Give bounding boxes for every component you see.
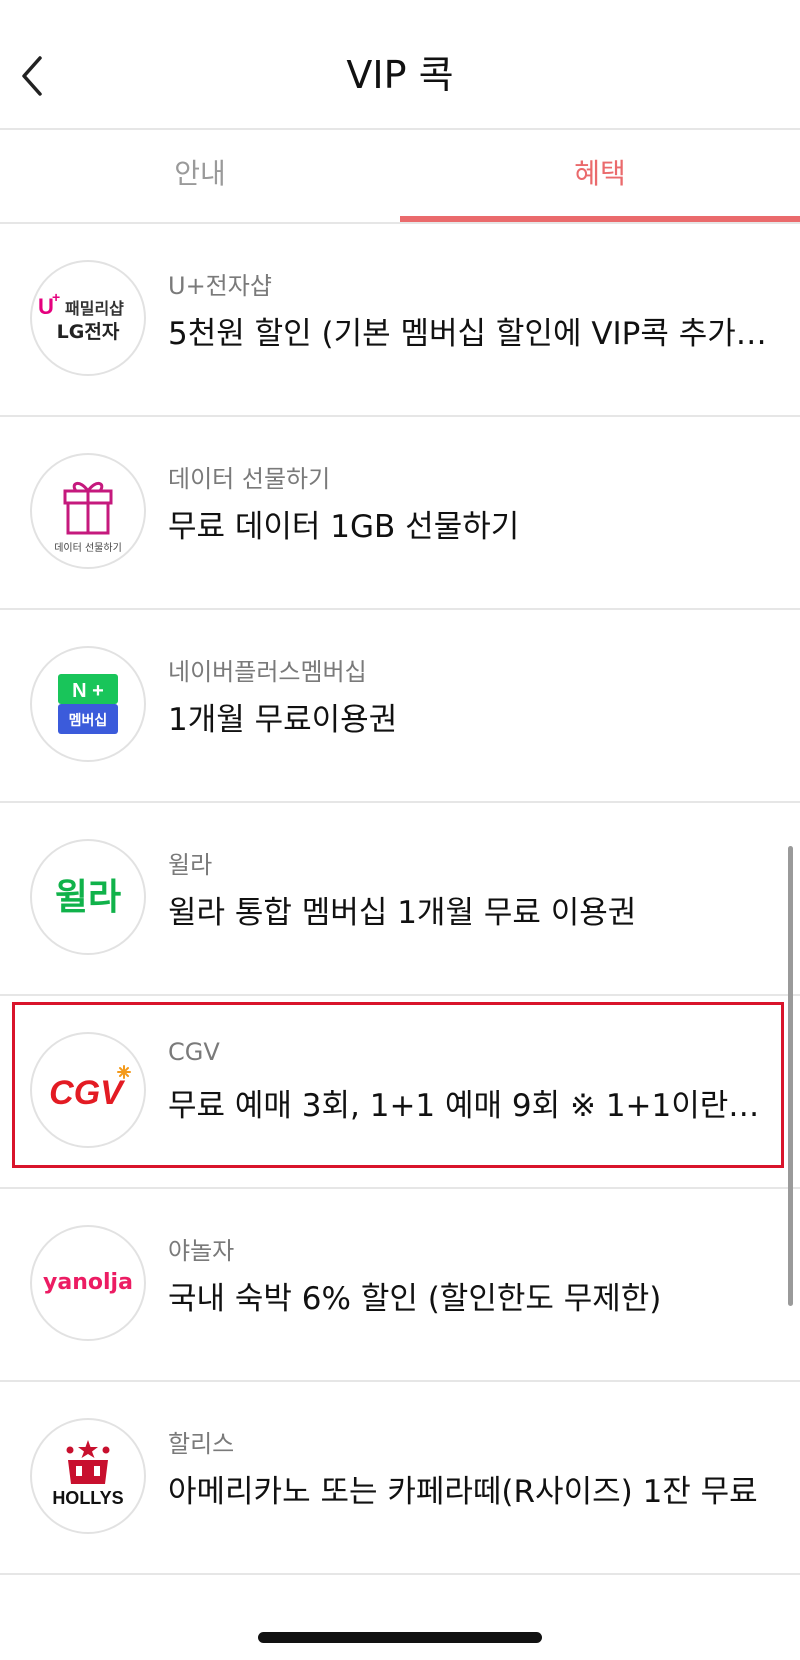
benefit-category: 윌라 [168, 851, 213, 879]
benefit-description: 5천원 할인 (기본 멤버십 할인에 VIP콕 추가 할인) [168, 316, 768, 352]
data-gift-logo: 데이터 선물하기 [30, 453, 146, 569]
uplus-logo-line2: LG전자 [57, 321, 120, 343]
naver-logo-top: N + [72, 680, 104, 702]
benefit-item-naver[interactable]: N + 멤버십 네이버플러스멤버십 1개월 무료이용권 [0, 610, 800, 803]
selected-item-highlight [12, 1002, 784, 1168]
yanolja-logo: yanolja [30, 1225, 146, 1341]
scrollbar[interactable] [788, 846, 793, 1306]
active-tab-indicator [400, 216, 800, 222]
benefit-description: 윌라 통합 멤버십 1개월 무료 이용권 [168, 895, 637, 931]
naver-plus-membership-logo: N + 멤버십 [30, 646, 146, 762]
benefit-item-uplus[interactable]: U + 패밀리샵 LG전자 U+전자샵 5천원 할인 (기본 멤버십 할인에 V… [0, 224, 800, 417]
page-title: VIP 콕 [346, 53, 454, 97]
benefit-category: U+전자샵 [168, 272, 272, 300]
hollys-logo: HOLLYS [30, 1418, 146, 1534]
uplus-family-shop-logo: U + 패밀리샵 LG전자 [30, 260, 146, 376]
welaa-logo-text: 윌라 [55, 877, 121, 918]
benefit-description: 1개월 무료이용권 [168, 702, 398, 738]
yanolja-logo-text: yanolja [43, 1270, 133, 1295]
tab-bar: 안내 혜택 [0, 130, 800, 224]
benefit-item-hollys[interactable]: HOLLYS 할리스 아메리카노 또는 카페라떼(R사이즈) 1잔 무료 [0, 1382, 800, 1575]
tab-guide[interactable]: 안내 [0, 130, 400, 222]
svg-text:+: + [52, 289, 60, 305]
benefit-description: 아메리카노 또는 카페라떼(R사이즈) 1잔 무료 [168, 1474, 758, 1510]
uplus-logo-line1: 패밀리샵 [65, 299, 124, 318]
hollys-logo-text: HOLLYS [52, 1488, 123, 1508]
home-indicator[interactable] [258, 1632, 542, 1643]
benefit-item-yanolja[interactable]: yanolja 야놀자 국내 숙박 6% 할인 (할인한도 무제한) [0, 1189, 800, 1382]
gift-logo-label: 데이터 선물하기 [54, 541, 122, 554]
benefit-item-welaa[interactable]: 윌라 윌라 윌라 통합 멤버십 1개월 무료 이용권 [0, 803, 800, 996]
naver-logo-bottom: 멤버십 [69, 712, 108, 729]
tab-benefit[interactable]: 혜택 [400, 130, 800, 222]
benefit-description: 무료 데이터 1GB 선물하기 [168, 509, 520, 545]
gift-box-icon [63, 482, 113, 535]
welaa-logo: 윌라 [30, 839, 146, 955]
benefit-category: 데이터 선물하기 [168, 465, 331, 493]
benefit-description: 국내 숙박 6% 할인 (할인한도 무제한) [168, 1281, 662, 1317]
benefit-category: 할리스 [168, 1430, 235, 1458]
benefit-list: U + 패밀리샵 LG전자 U+전자샵 5천원 할인 (기본 멤버십 할인에 V… [0, 224, 800, 1575]
benefit-category: 야놀자 [168, 1237, 235, 1265]
benefit-category: 네이버플러스멤버십 [168, 658, 367, 686]
hollys-crown-icon [66, 1440, 110, 1484]
benefit-item-data-gift[interactable]: 데이터 선물하기 데이터 선물하기 무료 데이터 1GB 선물하기 [0, 417, 800, 610]
app-header: VIP 콕 [0, 0, 800, 130]
